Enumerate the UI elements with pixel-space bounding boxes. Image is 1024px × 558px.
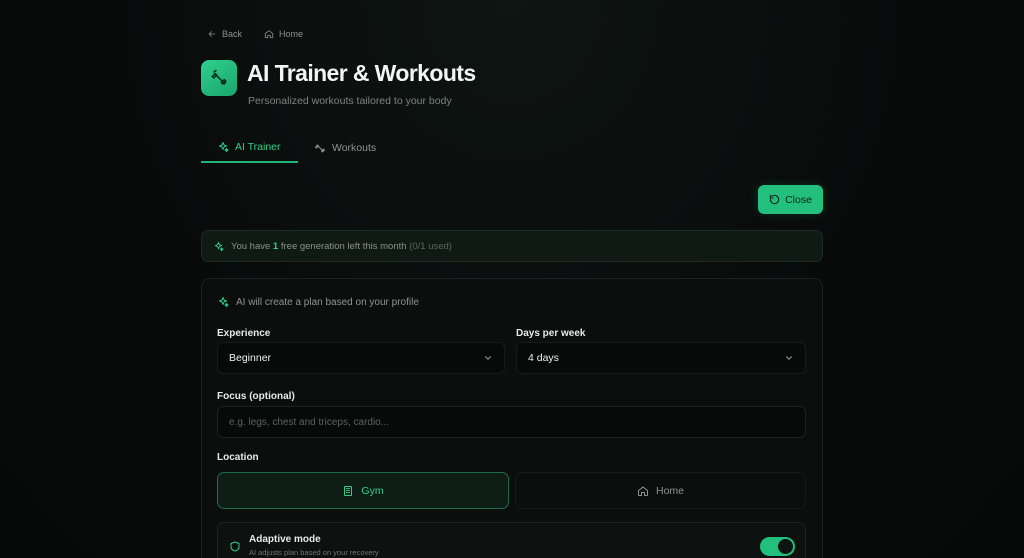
shield-icon xyxy=(229,540,241,553)
arrow-left-icon xyxy=(207,29,217,39)
location-gym-button[interactable]: Gym xyxy=(217,472,509,509)
days-label: Days per week xyxy=(516,328,586,339)
close-label: Close xyxy=(785,193,812,206)
app-logo xyxy=(201,60,237,96)
sparkles-icon xyxy=(213,241,224,252)
focus-input[interactable] xyxy=(217,406,806,438)
home-icon xyxy=(264,29,274,39)
location-home-label: Home xyxy=(655,484,684,497)
location-label: Location xyxy=(217,452,259,463)
close-button[interactable]: Close xyxy=(758,185,823,214)
location-home-button[interactable]: Home xyxy=(515,472,806,509)
building-icon xyxy=(342,485,354,497)
dumbbell-icon xyxy=(210,69,228,87)
home-icon xyxy=(637,485,649,497)
home-label: Home xyxy=(279,29,304,39)
dumbbell-icon xyxy=(314,142,326,154)
tab-workouts[interactable]: Workouts xyxy=(298,133,392,163)
toggle-knob xyxy=(778,539,793,554)
banner-suffix: free generation left this month xyxy=(280,240,407,252)
generation-banner: You have 1 free generation left this mon… xyxy=(201,230,823,262)
tab-ai-trainer[interactable]: AI Trainer xyxy=(201,133,298,163)
chevron-down-icon xyxy=(483,353,493,363)
location-gym-label: Gym xyxy=(361,484,384,497)
experience-select[interactable]: Beginner xyxy=(217,342,505,374)
tab-bar: AI Trainer Workouts xyxy=(201,133,823,165)
chevron-down-icon xyxy=(784,353,794,363)
form-note: AI will create a plan based on your prof… xyxy=(217,296,419,308)
adaptive-mode-title: Adaptive mode xyxy=(249,534,321,545)
banner-prefix: You have xyxy=(231,240,271,252)
back-link[interactable]: Back xyxy=(207,29,242,39)
refresh-icon xyxy=(769,194,780,205)
banner-count: 1 xyxy=(272,240,279,252)
page-title: AI Trainer & Workouts xyxy=(247,60,476,86)
experience-value: Beginner xyxy=(229,352,272,364)
banner-used: (0/1 used) xyxy=(409,240,452,252)
home-link[interactable]: Home xyxy=(264,29,303,39)
days-value: 4 days xyxy=(528,352,559,364)
adaptive-mode-description: AI adjusts plan based on your recovery xyxy=(249,548,379,557)
sparkles-icon xyxy=(217,141,229,153)
top-nav: Back Home xyxy=(207,29,303,39)
page-subtitle: Personalized workouts tailored to your b… xyxy=(248,95,452,107)
form-note-text: AI will create a plan based on your prof… xyxy=(236,296,419,308)
adaptive-mode-toggle[interactable] xyxy=(760,537,795,556)
days-select[interactable]: 4 days xyxy=(516,342,806,374)
tab-ai-trainer-label: AI Trainer xyxy=(235,141,281,153)
sparkles-icon xyxy=(217,296,229,308)
focus-label: Focus (optional) xyxy=(217,391,295,402)
tab-workouts-label: Workouts xyxy=(332,142,377,154)
back-label: Back xyxy=(222,29,243,39)
experience-label: Experience xyxy=(217,328,271,339)
